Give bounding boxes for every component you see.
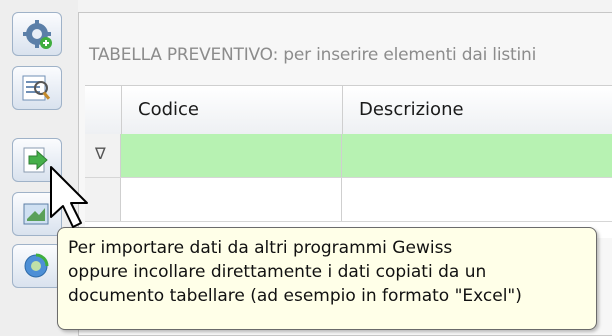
tooltip-line: Per importare dati da altri programmi Ge… bbox=[68, 238, 453, 258]
tooltip-line: documento tabellare (ad esempio in forma… bbox=[68, 286, 522, 306]
cell-descrizione[interactable] bbox=[342, 134, 612, 177]
settings-gear-icon bbox=[23, 20, 52, 49]
column-header-codice[interactable]: Codice bbox=[121, 86, 342, 134]
column-header-descrizione[interactable]: Descrizione bbox=[342, 86, 612, 134]
row-selector-header bbox=[85, 86, 121, 134]
settings-button[interactable] bbox=[12, 12, 62, 56]
import-tooltip: Per importare dati da altri programmi Ge… bbox=[57, 227, 597, 330]
mouse-pointer-icon bbox=[50, 166, 88, 228]
table-header: Codice Descrizione bbox=[85, 86, 612, 135]
cell-codice[interactable] bbox=[121, 134, 342, 177]
search-list-button[interactable] bbox=[12, 66, 62, 110]
cell-descrizione[interactable] bbox=[342, 178, 612, 221]
tooltip-line: oppure incollare direttamente i dati cop… bbox=[68, 262, 487, 282]
quote-table: Codice Descrizione ∇ bbox=[85, 85, 612, 238]
table-row[interactable]: ∇ bbox=[85, 134, 612, 178]
cell-codice[interactable] bbox=[121, 178, 342, 221]
new-row-icon: ∇ bbox=[95, 144, 106, 163]
search-list-icon bbox=[22, 75, 51, 101]
refresh-button[interactable] bbox=[12, 244, 62, 288]
panel-caption: TABELLA PREVENTIVO: per inserire element… bbox=[89, 45, 537, 65]
table-row[interactable] bbox=[85, 178, 612, 222]
refresh-icon bbox=[24, 253, 49, 278]
